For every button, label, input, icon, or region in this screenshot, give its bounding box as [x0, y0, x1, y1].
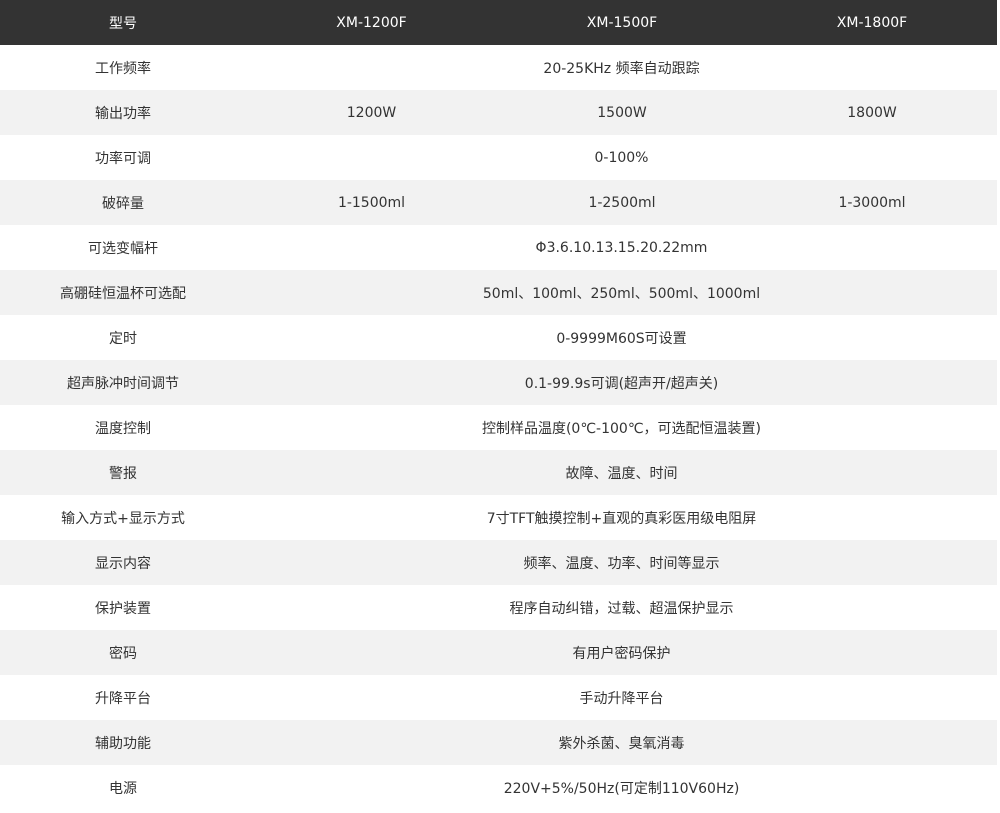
row-label: 保护装置 [95, 600, 151, 617]
table-row-alarm: 警报 故障、温度、时间 [0, 450, 997, 495]
table-row-protection: 保护装置 程序自动纠错，过载、超温保护显示 [0, 585, 997, 630]
table-row-auxiliary: 辅助功能 紫外杀菌、臭氧消毒 [0, 720, 997, 765]
header-row: 型号 XM-1200F XM-1500F XM-1800F [0, 0, 997, 45]
row-label: 功率可调 [95, 150, 151, 167]
row-value: 50ml、100ml、250ml、500ml、1000ml [482, 285, 761, 302]
row-value: 有用户密码保护 [572, 645, 671, 662]
table-row-output-power: 输出功率 1200W 1500W 1800W [0, 90, 997, 135]
spec-table-body: 工作频率 20-25KHz 频率自动跟踪 输出功率 1200W 1500W 18… [0, 45, 997, 810]
row-value-1800f: 1800W [847, 104, 897, 121]
header-model-1800f: XM-1800F [836, 14, 908, 31]
table-row-horn: 可选变幅杆 Φ3.6.10.13.15.20.22mm [0, 225, 997, 270]
row-value: 紫外杀菌、臭氧消毒 [558, 735, 685, 752]
row-value: 0-100% [594, 149, 649, 166]
table-row-frequency: 工作频率 20-25KHz 频率自动跟踪 [0, 45, 997, 90]
row-value: Φ3.6.10.13.15.20.22mm [535, 239, 708, 256]
header-model-1500f: XM-1500F [586, 14, 658, 31]
row-value: 程序自动纠错，过载、超温保护显示 [509, 600, 734, 617]
row-label: 辅助功能 [95, 735, 151, 752]
table-row-pulse: 超声脉冲时间调节 0.1-99.9s可调(超声开/超声关) [0, 360, 997, 405]
row-label: 密码 [109, 645, 137, 662]
table-row-display-content: 显示内容 频率、温度、功率、时间等显示 [0, 540, 997, 585]
row-label: 高硼硅恒温杯可选配 [60, 285, 186, 302]
table-row-input-display: 输入方式+显示方式 7寸TFT触摸控制+直观的真彩医用级电阻屏 [0, 495, 997, 540]
row-value: 0-9999M60S可设置 [556, 330, 687, 347]
row-value: 控制样品温度(0℃-100℃，可选配恒温装置) [481, 420, 762, 437]
table-row-power-adjust: 功率可调 0-100% [0, 135, 997, 180]
row-value-1500f: 1500W [597, 104, 647, 121]
table-row-power-supply: 电源 220V+5%/50Hz(可定制110V60Hz) [0, 765, 997, 810]
row-value: 手动升降平台 [579, 690, 664, 707]
row-label: 工作频率 [95, 60, 151, 77]
row-value-1800f: 1-3000ml [838, 194, 906, 211]
row-value-1200f: 1200W [346, 104, 397, 121]
row-value: 20-25KHz 频率自动跟踪 [543, 60, 700, 77]
header-model-label: 型号 [109, 15, 137, 32]
spec-table: 型号 XM-1200F XM-1500F XM-1800F 工作频率 20-25… [0, 0, 997, 810]
row-value: 故障、温度、时间 [565, 465, 678, 482]
table-row-capacity: 破碎量 1-1500ml 1-2500ml 1-3000ml [0, 180, 997, 225]
row-value-1200f: 1-1500ml [337, 194, 406, 211]
row-label: 警报 [109, 465, 137, 482]
row-label: 定时 [109, 330, 137, 347]
row-label: 显示内容 [95, 555, 151, 572]
spec-table-header: 型号 XM-1200F XM-1500F XM-1800F [0, 0, 997, 45]
row-label: 可选变幅杆 [88, 240, 158, 257]
row-label: 超声脉冲时间调节 [67, 375, 179, 392]
table-row-lift: 升降平台 手动升降平台 [0, 675, 997, 720]
table-row-password: 密码 有用户密码保护 [0, 630, 997, 675]
row-label: 破碎量 [102, 195, 144, 212]
table-row-cup: 高硼硅恒温杯可选配 50ml、100ml、250ml、500ml、1000ml [0, 270, 997, 315]
row-value: 频率、温度、功率、时间等显示 [523, 555, 720, 572]
table-row-temperature: 温度控制 控制样品温度(0℃-100℃，可选配恒温装置) [0, 405, 997, 450]
row-value: 0.1-99.9s可调(超声开/超声关) [524, 375, 719, 392]
header-model-1200f: XM-1200F [336, 14, 407, 31]
row-value: 7寸TFT触摸控制+直观的真彩医用级电阻屏 [486, 510, 757, 527]
row-label: 升降平台 [95, 690, 151, 707]
row-label: 输出功率 [95, 105, 151, 122]
row-value-1500f: 1-2500ml [588, 194, 656, 211]
row-label: 电源 [109, 780, 137, 797]
table-row-timer: 定时 0-9999M60S可设置 [0, 315, 997, 360]
row-label: 输入方式+显示方式 [61, 510, 185, 527]
row-label: 温度控制 [95, 420, 151, 437]
row-value: 220V+5%/50Hz(可定制110V60Hz) [503, 780, 740, 797]
